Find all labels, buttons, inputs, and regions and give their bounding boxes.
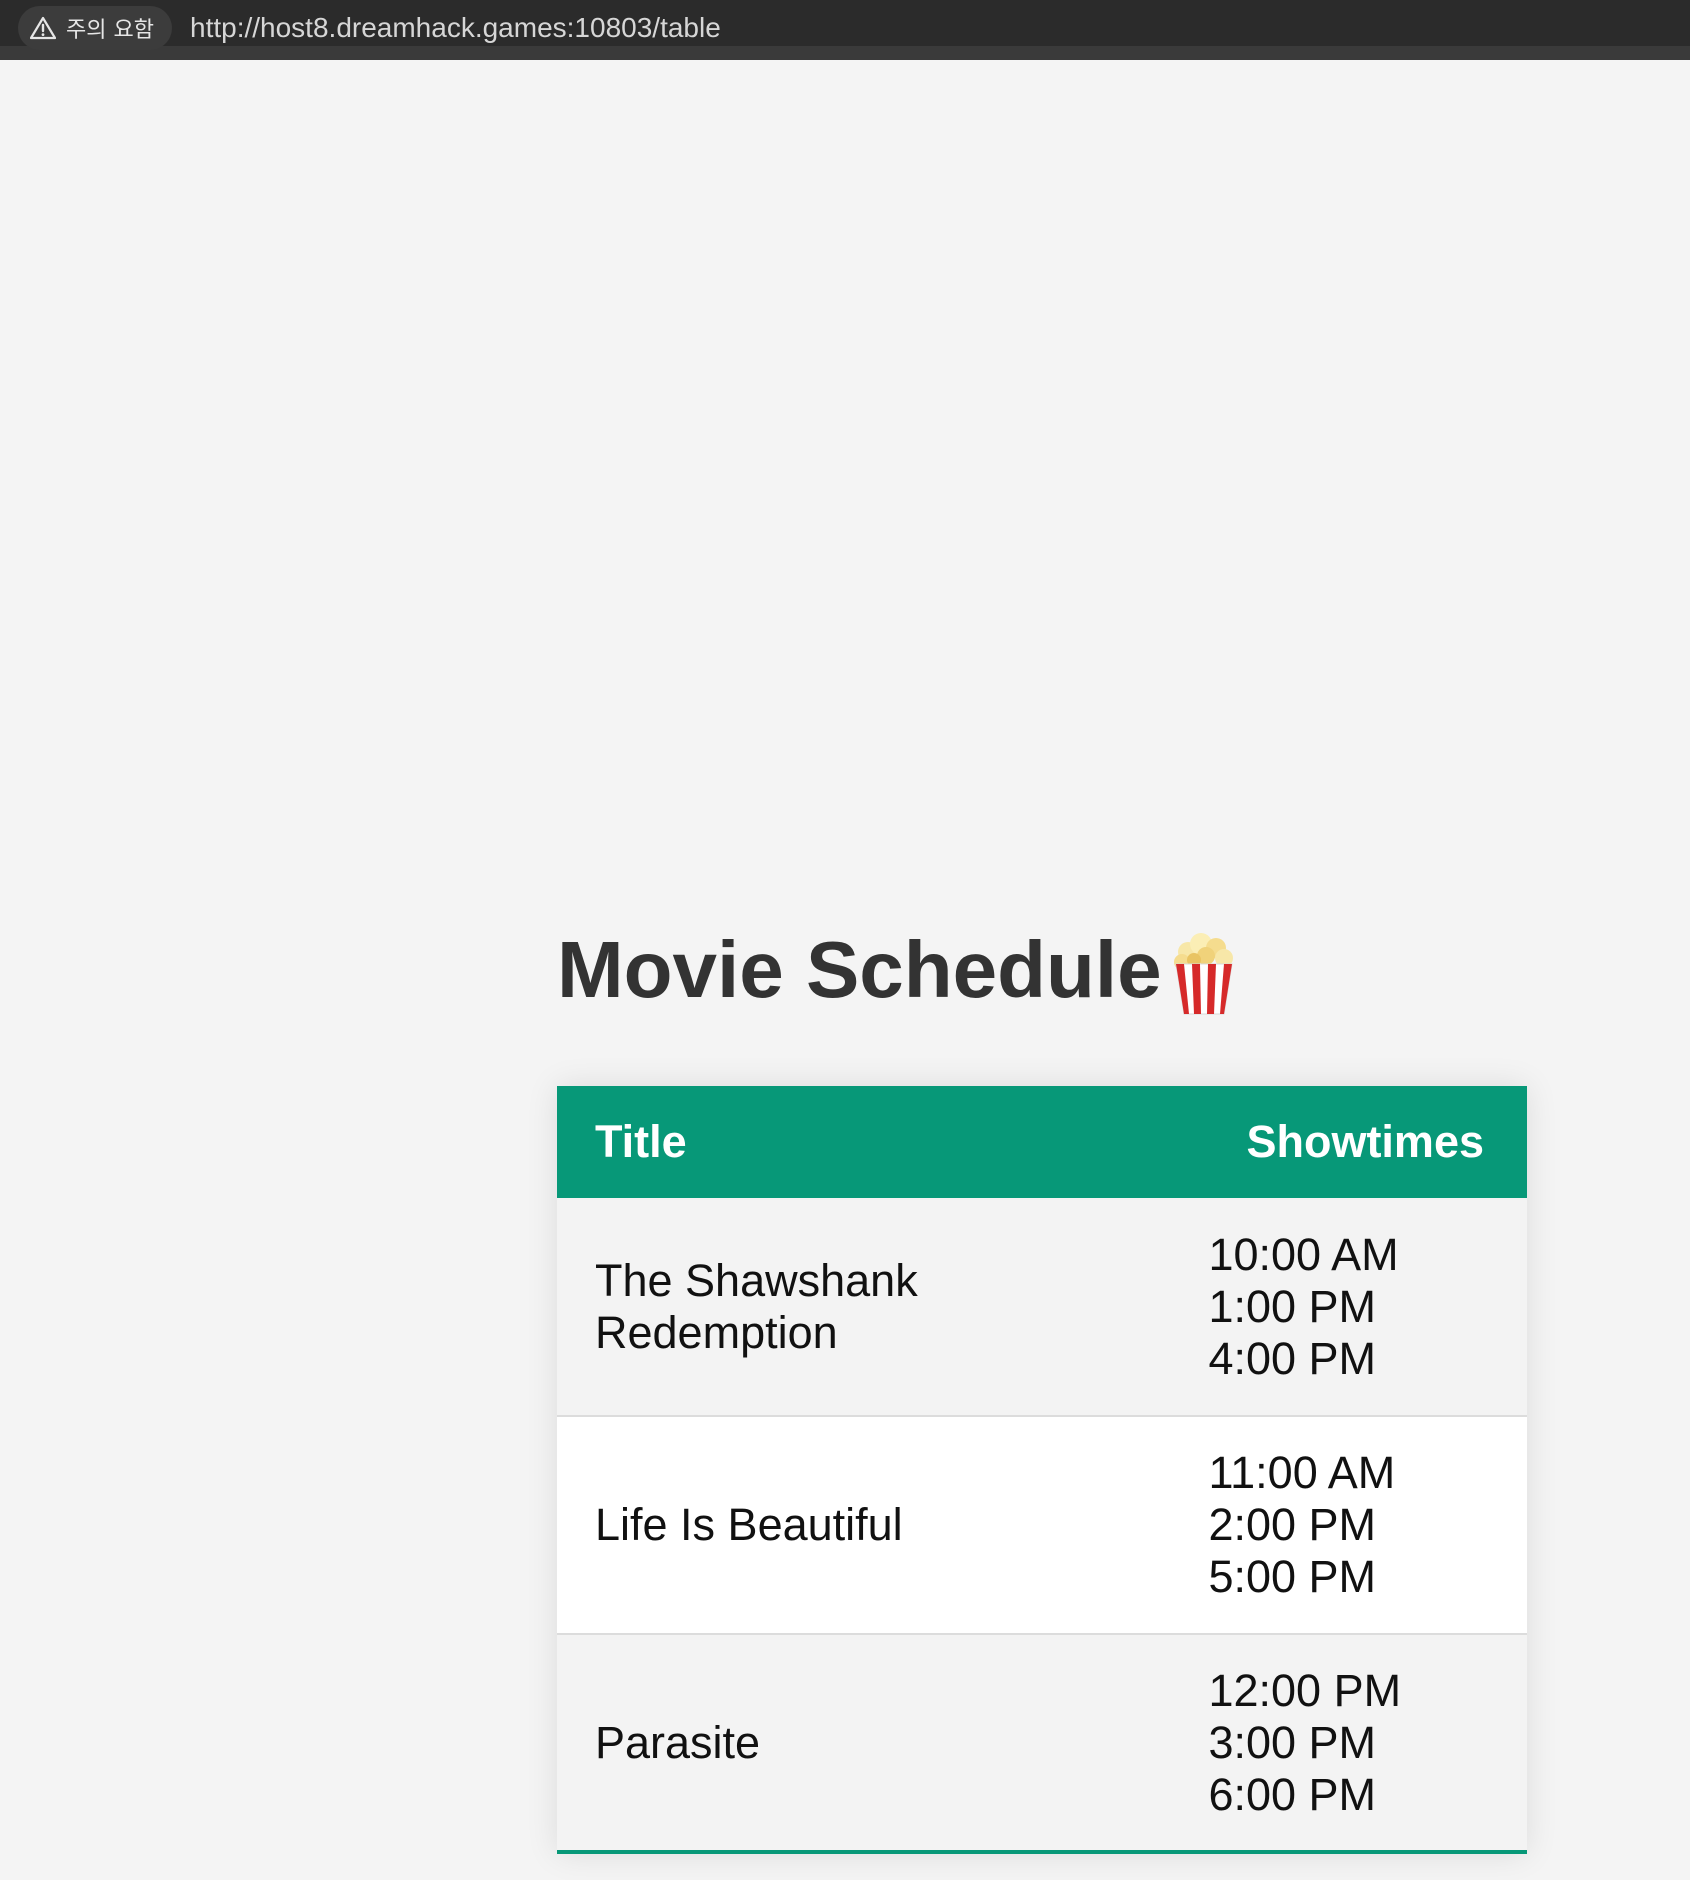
showtime: 2:00 PM [1208,1499,1377,1550]
showtime: 6:00 PM [1208,1768,1377,1820]
table-header-row: Title Showtimes [557,1086,1527,1198]
page-title-text: Movie Schedule [557,925,1162,1014]
showtime: 1:00 PM [1208,1280,1377,1332]
url-field[interactable]: http://host8.dreamhack.games:10803/table [190,8,721,48]
movie-showtimes: 11:00 AM 2:00 PM 5:00 PM [1208,1416,1527,1634]
showtime: 3:00 PM [1208,1716,1377,1768]
security-label: 주의 요함 [66,18,154,43]
table-row: Parasite 12:00 PM 3:00 PM 6:00 PM [557,1634,1527,1852]
showtime: 10:00 AM [1208,1228,1399,1280]
warning-icon [30,16,56,40]
showtime: 5:00 PM [1208,1551,1377,1602]
movie-title: The Shawshank Redemption [595,1254,918,1358]
table-row: Life Is Beautiful 11:00 AM 2:00 PM 5:00 … [557,1416,1527,1634]
browser-address-bar: 주의 요함 http://host8.dreamhack.games:10803… [0,0,1690,60]
showtime: 11:00 AM [1208,1447,1396,1498]
movie-showtimes: 10:00 AM 1:00 PM 4:00 PM [1208,1198,1527,1416]
movie-title: Life Is Beautiful [595,1499,903,1550]
popcorn-icon [1168,932,1240,1016]
column-header-showtimes: Showtimes [1208,1086,1527,1198]
security-warning-chip[interactable]: 주의 요함 [18,6,172,50]
movie-showtimes: 12:00 PM 3:00 PM 6:00 PM [1208,1634,1527,1852]
column-header-title: Title [557,1086,1209,1198]
table-row: The Shawshank Redemption 10:00 AM 1:00 P… [557,1198,1527,1416]
showtime: 12:00 PM [1208,1664,1402,1716]
page-title: Movie Schedule [557,920,1690,1020]
movie-title: Parasite [595,1716,761,1768]
showtime: 4:00 PM [1208,1332,1377,1384]
movie-schedule-table: Title Showtimes The Shawshank Redemption… [557,1086,1527,1854]
